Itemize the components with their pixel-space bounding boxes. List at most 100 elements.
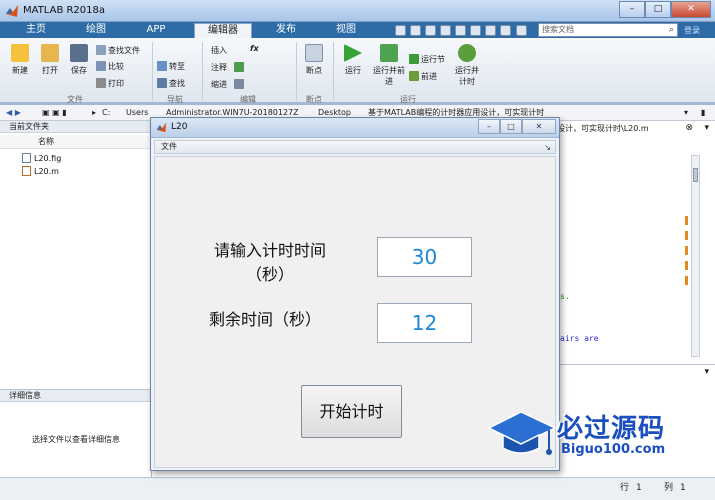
command-dropdown-icon[interactable]: ▾ [704,367,709,377]
line-label: 行 [620,483,630,493]
window-controls: – □ ✕ [619,1,711,18]
comment-button[interactable]: 注释 [211,62,246,73]
breadcrumb-users[interactable]: Users [126,105,148,120]
new-file-icon [11,44,29,62]
ribbon-separator [152,42,153,100]
code-analyzer-marker[interactable] [685,261,688,270]
tab-home[interactable]: 主页 [14,23,58,38]
advance-button[interactable]: 前进 [409,71,437,82]
maximize-button[interactable]: □ [645,1,671,18]
save-button[interactable]: 保存 [65,44,93,76]
run-and-time-button[interactable]: 运行并计时 [452,44,482,87]
tab-view[interactable]: 视图 [322,23,370,38]
run-time-stopwatch-icon [458,44,476,62]
redo-quick-icon[interactable] [470,25,481,36]
editor-close-icon[interactable]: ⊗ [685,123,693,133]
compare-icon [96,61,106,71]
run-section-button[interactable]: 运行节 [409,54,445,65]
login-link[interactable]: 登录 [684,25,700,36]
col-value: 1 [680,483,686,493]
tab-editor[interactable]: 编辑器 [194,23,252,38]
compare-button[interactable]: 比较 [96,61,124,72]
fx-button[interactable]: fx [250,44,259,53]
tab-plots[interactable]: 绘图 [74,23,118,38]
print-icon [96,78,106,88]
dialog-maximize-button[interactable]: □ [500,119,522,134]
dropdown-quick-icon[interactable] [516,25,527,36]
group-label-edit: 编辑 [240,95,256,104]
dialog-window-controls: – □ ✕ [478,119,556,134]
save-quick-icon[interactable] [395,25,406,36]
editor-scrollbar[interactable] [691,155,700,357]
menu-file[interactable]: 文件 [161,142,177,151]
copy-quick-icon[interactable] [425,25,436,36]
indent-button[interactable]: 缩进 [211,79,246,90]
breadcrumb-drive[interactable]: C: [102,105,110,120]
find-icon [157,78,167,88]
col-label: 列 [664,483,674,493]
details-pane: 详细信息 选择文件以查看详细信息 [0,389,152,477]
editor-dropdown-icon[interactable]: ▾ [704,123,709,133]
insert-button[interactable]: 插入 [211,45,227,56]
print-button[interactable]: 打印 [96,78,124,89]
scrollbar-thumb[interactable] [693,168,698,182]
list-item[interactable]: L20.fig [22,153,61,163]
current-folder-header: 当前文件夹 [0,121,152,133]
list-item[interactable]: L20.m [22,166,59,176]
input-time-field[interactable]: 30 [377,237,472,277]
open-folder-icon [41,44,59,62]
watermark: 必过源码 Biguo100.com [487,406,687,466]
m-file-icon [22,166,31,176]
code-analyzer-marker[interactable] [685,231,688,240]
tab-publish[interactable]: 发布 [262,23,310,38]
dialog-minimize-button[interactable]: – [478,119,500,134]
column-header-name[interactable]: 名称 [0,135,152,149]
tab-apps[interactable]: APP [134,23,178,38]
code-analyzer-marker[interactable] [685,216,688,225]
dialog-menubar: 文件 ↘ [154,140,556,154]
editor-tab-title[interactable]: 设计，可实现计时\L20.m [557,123,649,134]
find-files-button[interactable]: 查找文件 [96,45,140,56]
run-button[interactable]: 运行 [338,44,368,76]
search-documentation-input[interactable]: 搜索文档 ⌕ [538,23,678,37]
breadcrumb: ▸ [92,108,97,117]
up-folder-icon[interactable]: ▣ ▣ ▮ [42,105,67,120]
goto-icon [157,61,167,71]
close-button[interactable]: ✕ [671,1,711,18]
graduation-cap-logo-icon [487,411,557,455]
dialog-titlebar[interactable]: L20 – □ ✕ [151,118,559,138]
fig-file-icon [22,153,31,163]
minimize-button[interactable]: – [619,1,645,18]
dock-arrow-icon[interactable]: ↘ [544,142,551,154]
undo-quick-icon[interactable] [455,25,466,36]
cut-quick-icon[interactable] [410,25,421,36]
open-button[interactable]: 打开 [36,44,64,76]
code-analyzer-marker[interactable] [685,276,688,285]
help-icon[interactable] [500,25,511,36]
find-button[interactable]: 查找 [157,78,185,89]
goto-button[interactable]: 转至 [157,61,185,72]
group-label-navigate: 导航 [167,95,183,104]
ribbon-separator [333,42,334,100]
run-section-icon [409,54,419,64]
new-button[interactable]: 新建 [6,44,34,76]
comment-percent-icon [233,62,244,72]
run-advance-button[interactable]: 运行并前进 [372,44,406,87]
back-arrow-icon[interactable]: ◀ ▶ [6,105,21,120]
paste-quick-icon[interactable] [440,25,451,36]
details-message: 选择文件以查看详细信息 [32,435,120,444]
dialog-close-button[interactable]: ✕ [522,119,556,134]
line-value: 1 [636,483,642,493]
browse-folder-icon[interactable]: ▮ [701,105,705,120]
main-titlebar: MATLAB R2018a – □ ✕ [0,0,715,22]
start-timer-button[interactable]: 开始计时 [301,385,402,438]
breakpoints-button[interactable]: 断点 [301,44,327,76]
search-placeholder: 搜索文档 [542,25,574,34]
details-header: 详细信息 [0,390,152,402]
group-label-run: 运行 [400,95,416,104]
input-time-label: 请输入计时时间 （秒） [213,241,326,284]
address-dropdown-icon[interactable]: ▾ [684,105,688,120]
switch-window-icon[interactable] [485,25,496,36]
matlab-logo-icon [6,5,18,17]
code-analyzer-marker[interactable] [685,246,688,255]
